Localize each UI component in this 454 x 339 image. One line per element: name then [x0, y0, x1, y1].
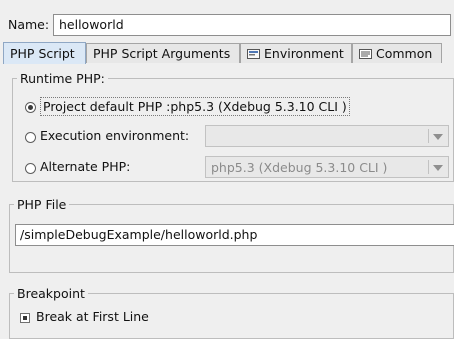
execution-environment-radio[interactable]	[25, 132, 36, 143]
tab-content: Runtime PHP: Project default PHP :php5.3…	[3, 64, 454, 339]
alternate-php-selected-value: php5.3 (Xdebug 5.3.10 CLI )	[211, 160, 388, 175]
tab-php-script-arguments[interactable]: PHP Script Arguments	[86, 43, 240, 63]
common-icon	[359, 48, 372, 60]
php-script-arguments-tab-label: PHP Script Arguments	[93, 46, 231, 61]
runtime-php-title: Runtime PHP:	[17, 71, 108, 86]
tab-strip: PHP Script PHP Script Arguments Environm…	[3, 42, 454, 65]
php-script-tab-label: PHP Script	[10, 46, 75, 61]
name-input[interactable]: helloworld	[53, 14, 451, 36]
chevron-down-icon[interactable]	[433, 165, 443, 171]
chevron-down-icon[interactable]	[433, 134, 443, 140]
execution-environment-label: Execution environment:	[40, 128, 190, 143]
environment-icon	[247, 48, 260, 60]
runtime-php-group: Runtime PHP: Project default PHP :php5.3…	[12, 71, 454, 182]
breakpoint-title: Breakpoint	[14, 286, 88, 301]
project-default-option-label: Project default PHP :php5.3 (Xdebug 5.3.…	[40, 97, 350, 116]
common-tab-label: Common	[376, 46, 433, 61]
execution-environment-divider	[428, 129, 429, 143]
tab-environment[interactable]: Environment	[240, 43, 352, 63]
alternate-php-label: Alternate PHP:	[40, 159, 131, 174]
project-default-radio[interactable]	[25, 102, 36, 113]
php-file-title: PHP File	[14, 197, 70, 212]
alternate-php-radio[interactable]	[25, 163, 36, 174]
environment-tab-label: Environment	[264, 46, 344, 61]
tab-php-script[interactable]: PHP Script	[3, 42, 86, 64]
tab-common[interactable]: Common	[352, 43, 442, 63]
breakpoint-group: Breakpoint Break at First Line	[9, 286, 454, 339]
execution-environment-select[interactable]	[205, 125, 449, 147]
break-at-first-line-label: Break at First Line	[36, 309, 149, 324]
alternate-php-select[interactable]: php5.3 (Xdebug 5.3.10 CLI )	[205, 156, 449, 178]
alternate-php-divider	[428, 160, 429, 174]
php-file-input[interactable]: /simpleDebugExample/helloworld.php	[15, 224, 454, 246]
break-at-first-line-checkbox[interactable]	[20, 313, 30, 323]
name-label: Name:	[8, 17, 50, 32]
